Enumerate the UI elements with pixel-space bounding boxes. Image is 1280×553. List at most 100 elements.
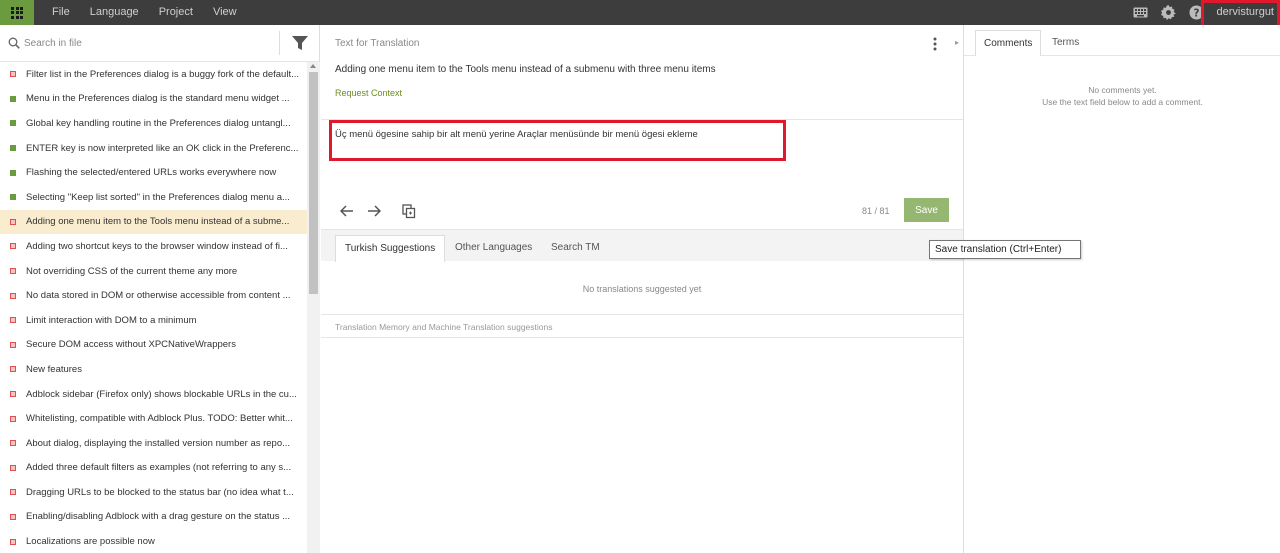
list-item[interactable]: Enabling/disabling Adblock with a drag g… xyxy=(0,505,307,530)
untranslated-status-icon xyxy=(10,538,16,545)
list-item[interactable]: Adding one menu item to the Tools menu i… xyxy=(0,209,307,235)
list-item[interactable]: Dragging URLs to be blocked to the statu… xyxy=(0,480,307,505)
divider xyxy=(321,314,963,315)
list-item-text: New features xyxy=(26,363,82,375)
translated-status-icon xyxy=(10,95,16,102)
search-input[interactable] xyxy=(24,33,274,53)
list-item-text: Filter list in the Preferences dialog is… xyxy=(26,68,300,80)
no-suggestions-text: No translations suggested yet xyxy=(582,284,702,294)
tab-search-tm[interactable]: Search TM xyxy=(542,235,609,262)
untranslated-status-icon xyxy=(10,341,16,348)
list-item-text: About dialog, displaying the installed v… xyxy=(26,437,291,449)
tm-label: Translation Memory and Machine Translati… xyxy=(335,322,553,332)
list-item-text: Enabling/disabling Adblock with a drag g… xyxy=(26,511,291,523)
list-scrollbar[interactable] xyxy=(307,62,320,553)
character-counter: 81 / 81 xyxy=(862,206,890,216)
list-item-text: ENTER key is now interpreted like an OK … xyxy=(26,142,299,154)
list-item[interactable]: Limit interaction with DOM to a minimum xyxy=(0,308,307,333)
list-item-text: Added three default filters as examples … xyxy=(26,462,292,474)
list-item-text: Flashing the selected/entered URLs works… xyxy=(26,167,277,179)
list-item[interactable]: Adding two shortcut keys to the browser … xyxy=(0,234,307,259)
arrow-left-icon[interactable] xyxy=(339,203,355,219)
translation-editor[interactable]: Üç menü ögesine sahip bir alt menü yerin… xyxy=(321,120,963,193)
request-context-link[interactable]: Request Context xyxy=(335,88,402,98)
list-item[interactable]: Filter list in the Preferences dialog is… xyxy=(0,62,307,87)
gear-icon[interactable] xyxy=(1160,5,1176,21)
list-item-text: Limit interaction with DOM to a minimum xyxy=(26,314,197,326)
tab-other-languages[interactable]: Other Languages xyxy=(446,235,541,262)
list-item-text: Adblock sidebar (Firefox only) shows blo… xyxy=(26,388,297,400)
copy-source-icon[interactable] xyxy=(401,203,417,219)
list-item[interactable]: Flashing the selected/entered URLs works… xyxy=(0,160,307,185)
svg-text:?: ? xyxy=(1193,7,1199,19)
untranslated-status-icon xyxy=(10,218,16,225)
comments-panel: Comments Terms No comments yet. Use the … xyxy=(963,25,1280,553)
menu-view[interactable]: View xyxy=(213,0,237,25)
search-bar xyxy=(0,25,320,62)
more-options-icon[interactable] xyxy=(933,37,937,54)
translation-text[interactable]: Üç menü ögesine sahip bir alt menü yerin… xyxy=(335,129,785,140)
tab-comments[interactable]: Comments xyxy=(975,30,1042,56)
untranslated-status-icon xyxy=(10,317,16,324)
suggestion-tabs: Turkish Suggestions Other Languages Sear… xyxy=(321,229,963,262)
save-button[interactable]: Save xyxy=(904,198,949,222)
menu-file[interactable]: File xyxy=(52,0,70,25)
untranslated-status-icon xyxy=(10,292,16,299)
no-comments-text: No comments yet. Use the text field belo… xyxy=(964,84,1280,108)
untranslated-status-icon xyxy=(10,464,16,471)
main-menu: File Language Project View xyxy=(52,0,257,25)
list-item[interactable]: Whitelisting, compatible with Adblock Pl… xyxy=(0,406,307,431)
top-bar: File Language Project View ? dervisturgu… xyxy=(0,0,1280,25)
list-item-text: Secure DOM access without XPCNativeWrapp… xyxy=(26,339,236,351)
list-item-text: No data stored in DOM or otherwise acces… xyxy=(26,290,291,302)
list-item-text: Global key handling routine in the Prefe… xyxy=(26,117,291,129)
scroll-up-arrow-icon[interactable] xyxy=(310,64,316,68)
keyboard-icon[interactable] xyxy=(1132,5,1148,21)
search-divider xyxy=(279,31,280,55)
no-comments-hint: Use the text field below to add a commen… xyxy=(1042,97,1203,107)
user-menu[interactable]: dervisturgut xyxy=(1215,0,1276,25)
translated-status-icon xyxy=(10,169,16,176)
untranslated-status-icon xyxy=(10,513,16,520)
arrow-right-icon[interactable] xyxy=(366,203,382,219)
list-item[interactable]: Global key handling routine in the Prefe… xyxy=(0,111,307,136)
tab-terms[interactable]: Terms xyxy=(1044,30,1087,56)
tab-turkish-suggestions[interactable]: Turkish Suggestions xyxy=(335,235,446,262)
save-tooltip: Save translation (Ctrl+Enter) xyxy=(929,240,1081,259)
help-icon[interactable]: ? xyxy=(1188,5,1204,21)
comments-tabs: Comments Terms xyxy=(964,25,1280,56)
translated-status-icon xyxy=(10,194,16,201)
list-item-text: Not overriding CSS of the current theme … xyxy=(26,265,238,277)
list-item-text: Menu in the Preferences dialog is the st… xyxy=(26,93,290,105)
no-comments-line: No comments yet. xyxy=(1088,85,1157,95)
untranslated-status-icon xyxy=(10,71,16,78)
list-item[interactable]: New features xyxy=(0,357,307,382)
list-item-text: Localizations are possible now xyxy=(26,536,155,548)
menu-language[interactable]: Language xyxy=(90,0,139,25)
list-item[interactable]: No data stored in DOM or otherwise acces… xyxy=(0,283,307,308)
untranslated-status-icon xyxy=(10,391,16,398)
untranslated-status-icon xyxy=(10,415,16,422)
list-item[interactable]: About dialog, displaying the installed v… xyxy=(0,431,307,456)
string-list: Filter list in the Preferences dialog is… xyxy=(0,62,307,553)
top-icons: ? xyxy=(1120,0,1204,25)
list-item[interactable]: Adblock sidebar (Firefox only) shows blo… xyxy=(0,382,307,407)
list-item[interactable]: Added three default filters as examples … xyxy=(0,456,307,481)
list-item-text: Whitelisting, compatible with Adblock Pl… xyxy=(26,413,293,425)
list-item[interactable]: ENTER key is now interpreted like an OK … xyxy=(0,136,307,161)
untranslated-status-icon xyxy=(10,243,16,250)
scroll-thumb[interactable] xyxy=(309,72,318,294)
list-item[interactable]: Menu in the Preferences dialog is the st… xyxy=(0,87,307,112)
list-item-text: Adding two shortcut keys to the browser … xyxy=(26,240,288,252)
list-item[interactable]: Secure DOM access without XPCNativeWrapp… xyxy=(0,333,307,358)
untranslated-status-icon xyxy=(10,268,16,275)
apps-grid-button[interactable] xyxy=(0,0,34,25)
collapse-right-icon[interactable]: ▸ xyxy=(955,38,959,47)
list-item[interactable]: Selecting "Keep list sorted" in the Pref… xyxy=(0,185,307,210)
filter-icon[interactable] xyxy=(292,36,308,53)
untranslated-status-icon xyxy=(10,440,16,447)
menu-project[interactable]: Project xyxy=(159,0,193,25)
list-item[interactable]: Not overriding CSS of the current theme … xyxy=(0,259,307,284)
list-item-text: Dragging URLs to be blocked to the statu… xyxy=(26,486,294,498)
list-item[interactable]: Localizations are possible now xyxy=(0,529,307,553)
